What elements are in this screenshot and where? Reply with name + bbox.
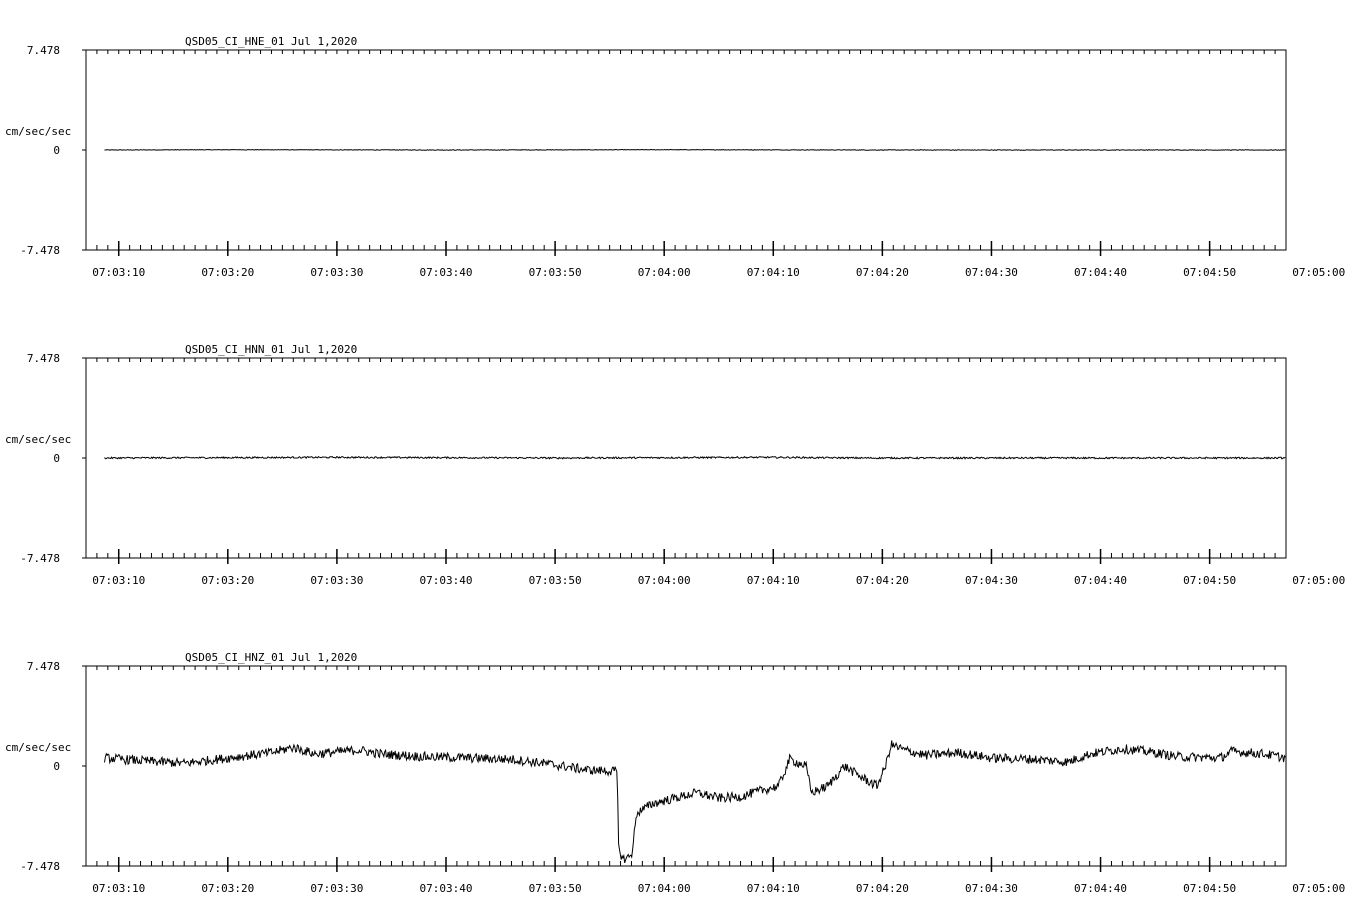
x-tick-label: 07:03:30	[310, 266, 363, 279]
x-tick-label: 07:03:30	[310, 574, 363, 587]
x-tick-label: 07:05:00	[1292, 266, 1345, 279]
y-tick-label: 0	[53, 452, 60, 465]
x-tick-label: 07:03:20	[201, 574, 254, 587]
signal-trace	[104, 740, 1286, 864]
x-tick-label: 07:03:30	[310, 882, 363, 895]
x-tick-label: 07:03:50	[529, 574, 582, 587]
x-tick-label: 07:04:50	[1183, 882, 1236, 895]
y-tick-label: 7.478	[27, 660, 60, 673]
chart-title: QSD05_CI_HNZ_01 Jul 1,2020	[185, 651, 357, 664]
x-tick-label: 07:04:10	[747, 266, 800, 279]
x-tick-label: 07:04:50	[1183, 574, 1236, 587]
x-tick-label: 07:03:40	[420, 882, 473, 895]
chart-title: QSD05_CI_HNN_01 Jul 1,2020	[185, 343, 357, 356]
seismogram-plots: QSD05_CI_HNE_01 Jul 1,2020 7.478 0 -7.478 cm…	[5, 35, 1345, 895]
x-tick-label: 07:03:40	[420, 266, 473, 279]
y-tick-label: 7.478	[27, 352, 60, 365]
x-tick-label: 07:04:10	[747, 574, 800, 587]
x-tick-label: 07:04:20	[856, 266, 909, 279]
x-tick-label: 07:03:10	[92, 266, 145, 279]
y-tick-label: -7.478	[20, 244, 60, 257]
x-tick-label: 07:04:30	[965, 266, 1018, 279]
x-tick-label: 07:04:20	[856, 574, 909, 587]
x-tick-label: 07:05:00	[1292, 882, 1345, 895]
plot-frame	[85, 665, 1287, 867]
x-tick-label: 07:04:50	[1183, 266, 1236, 279]
y-tick-label: 0	[53, 144, 60, 157]
x-tick-label: 07:04:40	[1074, 574, 1127, 587]
y-tick-label: 0	[53, 760, 60, 773]
x-tick-label: 07:05:00	[1292, 574, 1345, 587]
chart-panel-2: QSD05_CI_HNN_01 Jul 1,2020 7.478 0 -7.478 cm…	[5, 343, 1345, 587]
x-tick-label: 07:03:10	[92, 882, 145, 895]
x-tick-label: 07:03:50	[529, 882, 582, 895]
signal-trace	[104, 455, 1286, 460]
x-tick-label: 07:04:00	[638, 882, 691, 895]
y-tick-label: -7.478	[20, 860, 60, 873]
x-tick-label: 07:03:10	[92, 574, 145, 587]
x-tick-label: 07:04:00	[638, 266, 691, 279]
x-tick-label: 07:04:00	[638, 574, 691, 587]
x-tick-label: 07:04:30	[965, 882, 1018, 895]
x-tick-label: 07:04:40	[1074, 882, 1127, 895]
x-tick-label: 07:04:30	[965, 574, 1018, 587]
x-tick-label: 07:03:40	[420, 574, 473, 587]
y-tick-label: 7.478	[27, 44, 60, 57]
signal-trace	[104, 148, 1286, 151]
y-axis-label: cm/sec/sec	[5, 433, 71, 446]
x-tick-label: 07:04:10	[747, 882, 800, 895]
chart-panel-3: QSD05_CI_HNZ_01 Jul 1,2020 7.478 0 -7.478 cm…	[5, 651, 1345, 895]
chart-panel-1: QSD05_CI_HNE_01 Jul 1,2020 7.478 0 -7.478 cm…	[5, 35, 1345, 279]
chart-title: QSD05_CI_HNE_01 Jul 1,2020	[185, 35, 357, 48]
y-axis-label: cm/sec/sec	[5, 741, 71, 754]
x-tick-label: 07:03:20	[201, 266, 254, 279]
x-tick-label: 07:04:20	[856, 882, 909, 895]
y-tick-label: -7.478	[20, 552, 60, 565]
x-tick-label: 07:04:40	[1074, 266, 1127, 279]
x-tick-label: 07:03:50	[529, 266, 582, 279]
x-tick-label: 07:03:20	[201, 882, 254, 895]
y-axis-label: cm/sec/sec	[5, 125, 71, 138]
